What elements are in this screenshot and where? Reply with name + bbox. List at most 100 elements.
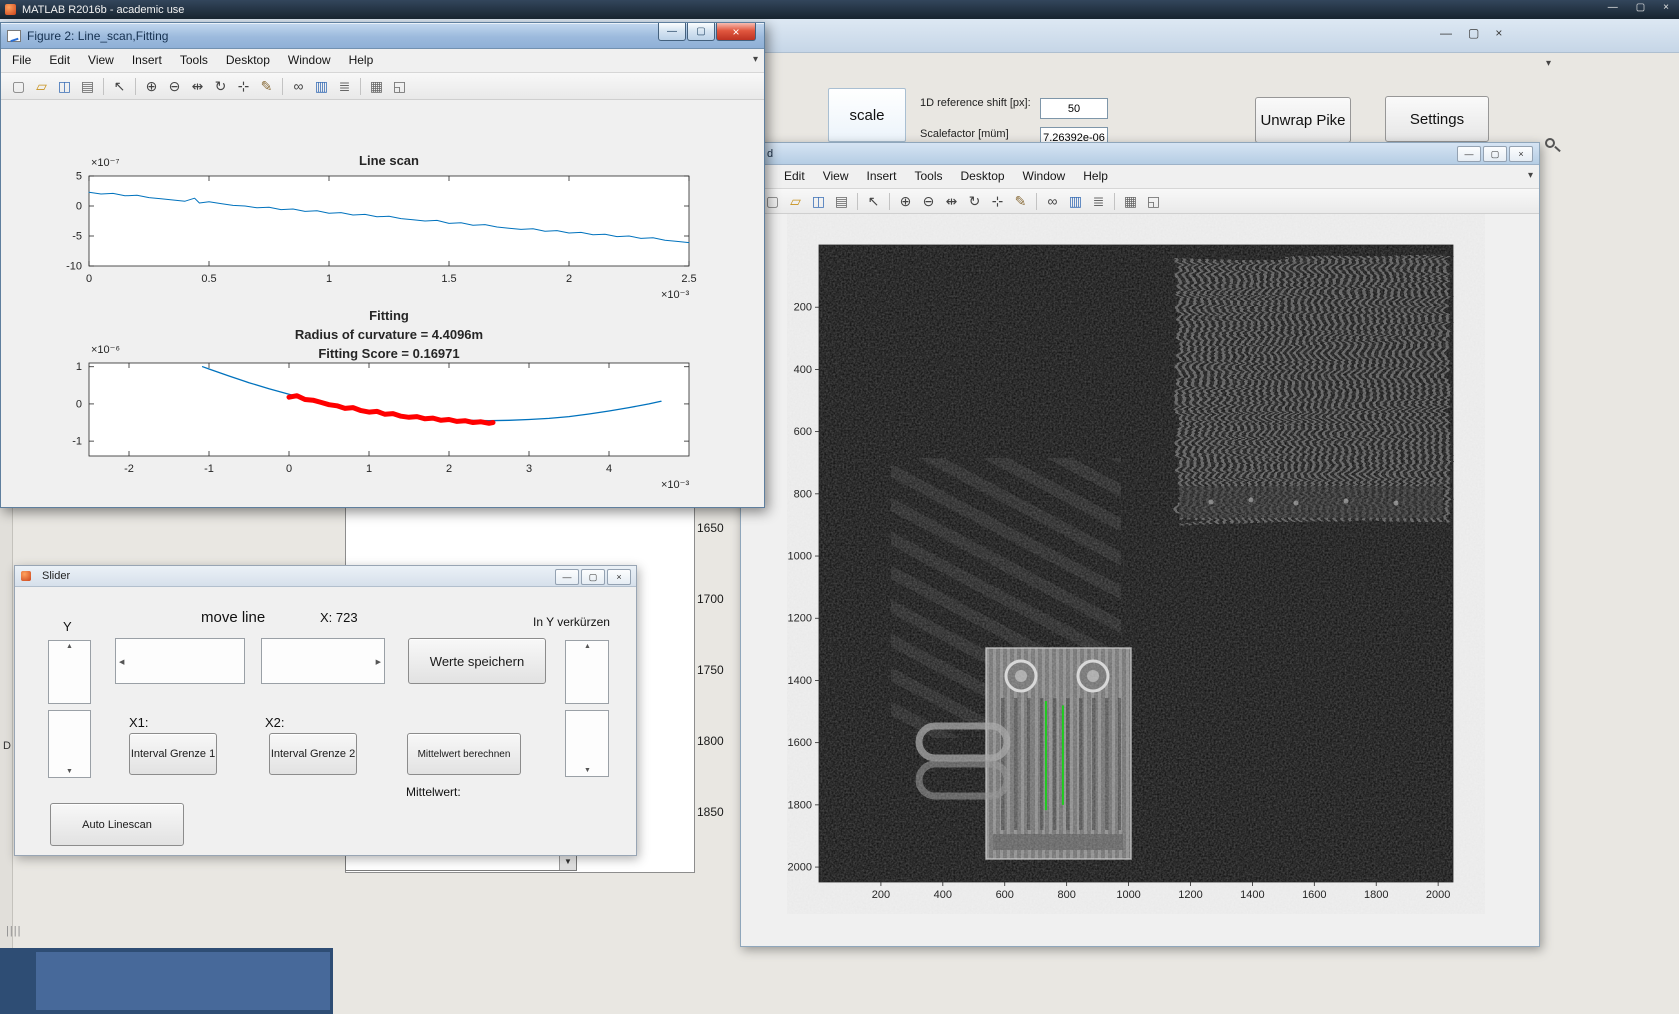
- insert-colorbar-icon[interactable]: ▥: [311, 76, 332, 96]
- left-dock-tab[interactable]: D: [3, 740, 11, 752]
- y-slider-trough-down[interactable]: ▼: [48, 710, 91, 778]
- insert-colorbar-icon[interactable]: ▥: [1065, 191, 1086, 211]
- insert-legend-icon[interactable]: ≣: [334, 76, 355, 96]
- menu-overflow-icon[interactable]: ▾: [1528, 170, 1533, 181]
- menu-insert[interactable]: Insert: [857, 165, 905, 187]
- right-figure-titlebar[interactable]: d — ▢ ×: [741, 143, 1539, 165]
- slider-titlebar[interactable]: Slider — ▢ ×: [15, 566, 636, 587]
- menu-help[interactable]: Help: [1074, 165, 1117, 187]
- right-figure-minimize-button[interactable]: —: [1457, 146, 1481, 162]
- pan-icon[interactable]: ⇹: [187, 76, 208, 96]
- slider-close-button[interactable]: ×: [607, 569, 631, 585]
- link-plot-icon[interactable]: ∞: [1042, 191, 1063, 211]
- settings-button[interactable]: Settings: [1385, 96, 1489, 142]
- right-figure-close-button[interactable]: ×: [1509, 146, 1533, 162]
- shorten-y-down-arrow-icon[interactable]: ▼: [584, 767, 591, 774]
- y-slider-down-arrow-icon[interactable]: ▼: [66, 768, 73, 775]
- interval-grenze-2-button[interactable]: Interval Grenze 2: [269, 733, 357, 775]
- shorten-y-trough-down[interactable]: ▼: [565, 710, 609, 777]
- fitting-chart[interactable]: Fitting Radius of curvature = 4.4096m Fi…: [41, 306, 741, 496]
- mittelwert-berechnen-button[interactable]: Mittelwert berechnen: [407, 733, 521, 775]
- ref-shift-input[interactable]: [1040, 98, 1108, 119]
- zoom-out-icon[interactable]: ⊖: [164, 76, 185, 96]
- slider-minimize-button[interactable]: —: [555, 569, 579, 585]
- figure2-titlebar[interactable]: Figure 2: Line_scan,Fitting — ▢ ×: [1, 23, 764, 49]
- data-cursor-icon[interactable]: ⊹: [233, 76, 254, 96]
- open-file-icon[interactable]: ▱: [31, 76, 52, 96]
- edit-plot-icon[interactable]: ↖: [109, 76, 130, 96]
- menu-overflow-icon[interactable]: ▾: [753, 54, 758, 65]
- slider-trough-right[interactable]: ▶: [261, 638, 385, 684]
- linescan-chart[interactable]: Line scan 0 0.5 1 1.5 2 2.5 -10 -5 0 5 ×10⁻⁷ ×10⁻³: [41, 141, 741, 306]
- new-figure-icon[interactable]: ▢: [8, 76, 29, 96]
- print-figure-icon[interactable]: ▤: [77, 76, 98, 96]
- menu-window[interactable]: Window: [1014, 165, 1075, 187]
- pan-icon[interactable]: ⇹: [941, 191, 962, 211]
- auto-linescan-button[interactable]: Auto Linescan: [50, 803, 184, 846]
- wafer-image-chart[interactable]: 200 400 600 800 1000 1200 1400 1600 1800 2000 200 4…: [741, 214, 1541, 948]
- zoom-in-icon[interactable]: ⊕: [141, 76, 162, 96]
- save-figure-icon[interactable]: ◫: [54, 76, 75, 96]
- slider-trough-left[interactable]: ◀: [115, 638, 245, 684]
- gui-minimize-button[interactable]: —: [1440, 26, 1452, 40]
- menu-desktop[interactable]: Desktop: [952, 165, 1014, 187]
- move-line-slider[interactable]: ◀ ▶: [115, 638, 385, 684]
- save-figure-icon[interactable]: ◫: [808, 191, 829, 211]
- print-figure-icon[interactable]: ▤: [831, 191, 852, 211]
- gui-maximize-button[interactable]: ▢: [1468, 26, 1479, 40]
- zoom-in-icon[interactable]: ⊕: [895, 191, 916, 211]
- gui-close-button[interactable]: ×: [1495, 26, 1502, 40]
- brush-data-icon[interactable]: ✎: [256, 76, 277, 96]
- link-plot-icon[interactable]: ∞: [288, 76, 309, 96]
- figure2-minimize-button[interactable]: —: [658, 23, 686, 41]
- y-slider-trough-up[interactable]: ▲: [48, 640, 91, 704]
- menu-edit[interactable]: Edit: [40, 49, 79, 71]
- show-plot-tools-icon[interactable]: ▦: [366, 76, 387, 96]
- data-cursor-icon[interactable]: ⊹: [987, 191, 1008, 211]
- figure2-close-button[interactable]: ×: [716, 23, 756, 41]
- unwrap-pike-button[interactable]: Unwrap Pike: [1255, 97, 1351, 143]
- menu-view[interactable]: View: [79, 49, 123, 71]
- wafer-image[interactable]: [819, 245, 1453, 882]
- insert-legend-icon[interactable]: ≣: [1088, 191, 1109, 211]
- main-close-button[interactable]: ×: [1663, 2, 1669, 13]
- menu-window[interactable]: Window: [279, 49, 340, 71]
- shorten-y-up-arrow-icon[interactable]: ▲: [584, 643, 591, 650]
- shorten-y-slider[interactable]: ▲ ▼: [565, 640, 609, 777]
- new-figure-icon[interactable]: ▢: [762, 191, 783, 211]
- menu-tools[interactable]: Tools: [906, 165, 952, 187]
- slider-left-arrow-icon[interactable]: ◀: [119, 658, 124, 666]
- rotate-3d-icon[interactable]: ↻: [964, 191, 985, 211]
- matlab-main-titlebar[interactable]: MATLAB R2016b - academic use — ▢ ×: [0, 0, 1679, 19]
- menu-file[interactable]: File: [3, 49, 40, 71]
- dock-figure-icon[interactable]: ◱: [389, 76, 410, 96]
- dock-figure-icon[interactable]: ◱: [1143, 191, 1164, 211]
- rotate-3d-icon[interactable]: ↻: [210, 76, 231, 96]
- gui-menu-overflow-icon[interactable]: ▾: [1546, 58, 1551, 69]
- edit-plot-icon[interactable]: ↖: [863, 191, 884, 211]
- right-figure-maximize-button[interactable]: ▢: [1483, 146, 1507, 162]
- figure2-maximize-button[interactable]: ▢: [687, 23, 715, 41]
- main-maximize-button[interactable]: ▢: [1636, 2, 1645, 13]
- menu-view[interactable]: View: [814, 165, 858, 187]
- menu-help[interactable]: Help: [340, 49, 383, 71]
- show-plot-tools-icon[interactable]: ▦: [1120, 191, 1141, 211]
- search-magnifier-icon[interactable]: [1545, 138, 1555, 148]
- main-minimize-button[interactable]: —: [1608, 2, 1618, 13]
- y-slider-up-arrow-icon[interactable]: ▲: [66, 643, 73, 650]
- y-slider[interactable]: ▲ ▼: [48, 640, 91, 778]
- resize-grip-icon[interactable]: ||||: [6, 925, 21, 937]
- slider-right-arrow-icon[interactable]: ▶: [376, 658, 381, 666]
- menu-desktop[interactable]: Desktop: [217, 49, 279, 71]
- brush-data-icon[interactable]: ✎: [1010, 191, 1031, 211]
- open-file-icon[interactable]: ▱: [785, 191, 806, 211]
- menu-insert[interactable]: Insert: [123, 49, 171, 71]
- scale-button[interactable]: scale: [828, 88, 906, 142]
- slider-maximize-button[interactable]: ▢: [581, 569, 605, 585]
- menu-tools[interactable]: Tools: [171, 49, 217, 71]
- interval-grenze-1-button[interactable]: Interval Grenze 1: [129, 733, 217, 775]
- zoom-out-icon[interactable]: ⊖: [918, 191, 939, 211]
- werte-speichern-button[interactable]: Werte speichern: [408, 638, 546, 684]
- menu-edit[interactable]: Edit: [775, 165, 814, 187]
- shorten-y-trough-up[interactable]: ▲: [565, 640, 609, 704]
